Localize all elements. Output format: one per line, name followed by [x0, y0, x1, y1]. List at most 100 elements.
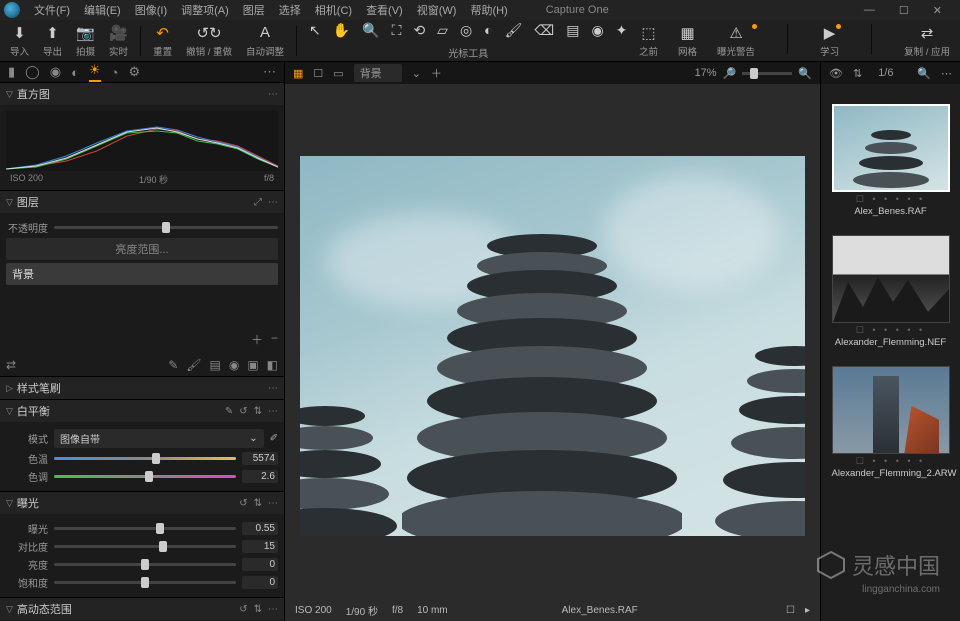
- exp-copy-icon[interactable]: ⇅: [254, 498, 262, 509]
- tab-adjust-icon[interactable]: ⚙: [128, 64, 140, 80]
- wb-tint-slider[interactable]: [54, 475, 236, 478]
- grid-button[interactable]: ▦网格: [678, 24, 697, 58]
- wb-copy-icon[interactable]: ⇅: [254, 406, 262, 417]
- exposure-warning-button[interactable]: ⚠曝光警告: [717, 24, 755, 58]
- pointer-tool-icon[interactable]: ↖: [309, 22, 321, 39]
- view-grid-icon[interactable]: ▦: [293, 67, 303, 80]
- thumbnail[interactable]: ☐ • • • • • Alexander_Flemming.NEF: [832, 235, 950, 348]
- minimize-icon[interactable]: —: [858, 2, 881, 19]
- view-multi-icon[interactable]: ▭: [333, 67, 343, 80]
- gradient-tool-icon[interactable]: ▤: [566, 22, 579, 39]
- radial-icon[interactable]: ◉: [229, 358, 239, 372]
- thumbnail[interactable]: ☐ • • • • • Alex_Benes.RAF: [832, 104, 950, 217]
- tab-exposure-icon[interactable]: ☀: [89, 62, 101, 82]
- maximize-icon[interactable]: ☐: [893, 2, 915, 19]
- eraser-tool-icon[interactable]: ⌫: [534, 22, 554, 39]
- tab-capture-icon[interactable]: ◯: [25, 64, 40, 80]
- section-menu-icon[interactable]: ⋯: [268, 406, 278, 417]
- view-single-icon[interactable]: ☐: [313, 67, 323, 80]
- live-button[interactable]: 🎥实时: [109, 24, 128, 58]
- wb-temp-slider[interactable]: [54, 457, 236, 460]
- tab-more-icon[interactable]: ⋯: [263, 64, 276, 80]
- export-button[interactable]: ⬆导出: [43, 24, 62, 58]
- zoom-fit-icon[interactable]: 🔍: [798, 67, 812, 80]
- keystone-tool-icon[interactable]: ▱: [437, 22, 448, 39]
- menu-layer[interactable]: 图层: [237, 0, 271, 20]
- menu-adjust[interactable]: 调整项(A): [175, 0, 235, 20]
- spot-tool-icon[interactable]: ◎: [460, 22, 472, 39]
- section-menu-icon[interactable]: ⋯: [268, 197, 278, 208]
- menu-camera[interactable]: 相机(C): [309, 0, 358, 20]
- erase-icon[interactable]: ◧: [267, 358, 278, 372]
- brush-icon[interactable]: 🖌: [186, 358, 201, 372]
- capture-button[interactable]: 📷拍摄: [76, 24, 95, 58]
- loupe-tool-icon[interactable]: 🔍: [362, 22, 379, 39]
- auto-adjust-button[interactable]: A自动调整: [246, 24, 284, 58]
- radial-tool-icon[interactable]: ◉: [591, 22, 603, 39]
- tab-library-icon[interactable]: ▮: [8, 64, 15, 80]
- browser-search-icon[interactable]: 🔍: [917, 67, 931, 80]
- menu-window[interactable]: 视窗(W): [411, 0, 463, 20]
- delete-layer-icon[interactable]: −: [271, 331, 278, 348]
- crop-tool-icon[interactable]: ⛶: [392, 22, 402, 39]
- menu-image[interactable]: 图像(I): [129, 0, 173, 20]
- thumb-rating[interactable]: ☐ • • • • •: [832, 194, 950, 205]
- expand-icon[interactable]: ⤢: [254, 197, 262, 208]
- thumb-rating[interactable]: ☐ • • • • •: [832, 325, 950, 336]
- zoom-slider[interactable]: [742, 72, 792, 75]
- wb-tint-value[interactable]: 2.6: [242, 470, 278, 483]
- section-menu-icon[interactable]: ⋯: [268, 383, 278, 394]
- bright-value[interactable]: 0: [242, 558, 278, 571]
- layer-background[interactable]: 背景: [6, 263, 278, 285]
- menu-select[interactable]: 选择: [273, 0, 307, 20]
- section-menu-icon[interactable]: ⋯: [268, 498, 278, 509]
- browser-menu-icon[interactable]: ⋯: [941, 67, 952, 80]
- gradient-icon[interactable]: ▤: [209, 358, 220, 372]
- menu-view[interactable]: 查看(V): [360, 0, 409, 20]
- sat-slider[interactable]: [54, 581, 236, 584]
- opacity-slider[interactable]: [54, 226, 278, 229]
- wb-temp-value[interactable]: 5574: [242, 452, 278, 465]
- hdr-copy-icon[interactable]: ⇅: [254, 604, 262, 615]
- brush-tool-icon[interactable]: 🖌: [505, 22, 523, 39]
- import-button[interactable]: ⬇导入: [10, 24, 29, 58]
- copy-apply-button[interactable]: ⇄复制 / 应用: [904, 24, 950, 58]
- wb-mode-dropdown[interactable]: 图像自带⌄: [54, 429, 264, 448]
- close-icon[interactable]: ✕: [927, 2, 948, 19]
- zoom-loupe-icon[interactable]: 🔎: [723, 67, 737, 80]
- heal-tool-icon[interactable]: ✦: [616, 22, 628, 39]
- browser-sort-icon[interactable]: ⇅: [853, 67, 862, 80]
- tab-color-icon[interactable]: ◐: [71, 65, 79, 80]
- layer-opts-icon[interactable]: ⇄: [6, 358, 16, 372]
- sat-value[interactable]: 0: [242, 576, 278, 589]
- viewer-dd-arrow-icon[interactable]: ⌄: [412, 67, 421, 80]
- before-button[interactable]: ⬚之前: [639, 24, 658, 58]
- contrast-slider[interactable]: [54, 545, 236, 548]
- meta-arrow-icon[interactable]: ▸: [805, 605, 810, 616]
- tab-details-icon[interactable]: ◔: [111, 65, 119, 80]
- exp-reset-icon[interactable]: ↺: [239, 498, 247, 509]
- meta-tag-icon[interactable]: ☐: [786, 605, 795, 616]
- mask-tool-icon[interactable]: ◐: [484, 22, 492, 38]
- exp-value[interactable]: 0.55: [242, 522, 278, 535]
- exp-slider[interactable]: [54, 527, 236, 530]
- menu-edit[interactable]: 编辑(E): [78, 0, 127, 20]
- tab-lens-icon[interactable]: ◉: [50, 64, 61, 80]
- viewer-add-icon[interactable]: ＋: [431, 65, 442, 81]
- viewer-layer-dropdown[interactable]: 背景: [354, 64, 402, 82]
- menu-help[interactable]: 帮助(H): [464, 0, 513, 20]
- bright-slider[interactable]: [54, 563, 236, 566]
- section-menu-icon[interactable]: ⋯: [268, 89, 278, 100]
- menu-file[interactable]: 文件(F): [28, 0, 76, 20]
- learn-button[interactable]: ▶学习: [820, 24, 839, 58]
- contrast-value[interactable]: 15: [242, 540, 278, 553]
- rotate-tool-icon[interactable]: ⟲: [413, 22, 425, 39]
- hdr-reset-icon[interactable]: ↺: [239, 604, 247, 615]
- wb-eyedropper-icon[interactable]: ✐: [270, 433, 278, 444]
- thumb-rating[interactable]: ☐ • • • • •: [832, 456, 950, 467]
- wb-picker-icon[interactable]: ✎: [225, 406, 233, 417]
- undo-redo-button[interactable]: ↺↻撤销 / 重做: [186, 24, 232, 58]
- wb-reset-icon[interactable]: ↺: [239, 406, 247, 417]
- viewer-canvas[interactable]: [285, 84, 820, 599]
- reset-button[interactable]: ↶重置: [153, 24, 172, 58]
